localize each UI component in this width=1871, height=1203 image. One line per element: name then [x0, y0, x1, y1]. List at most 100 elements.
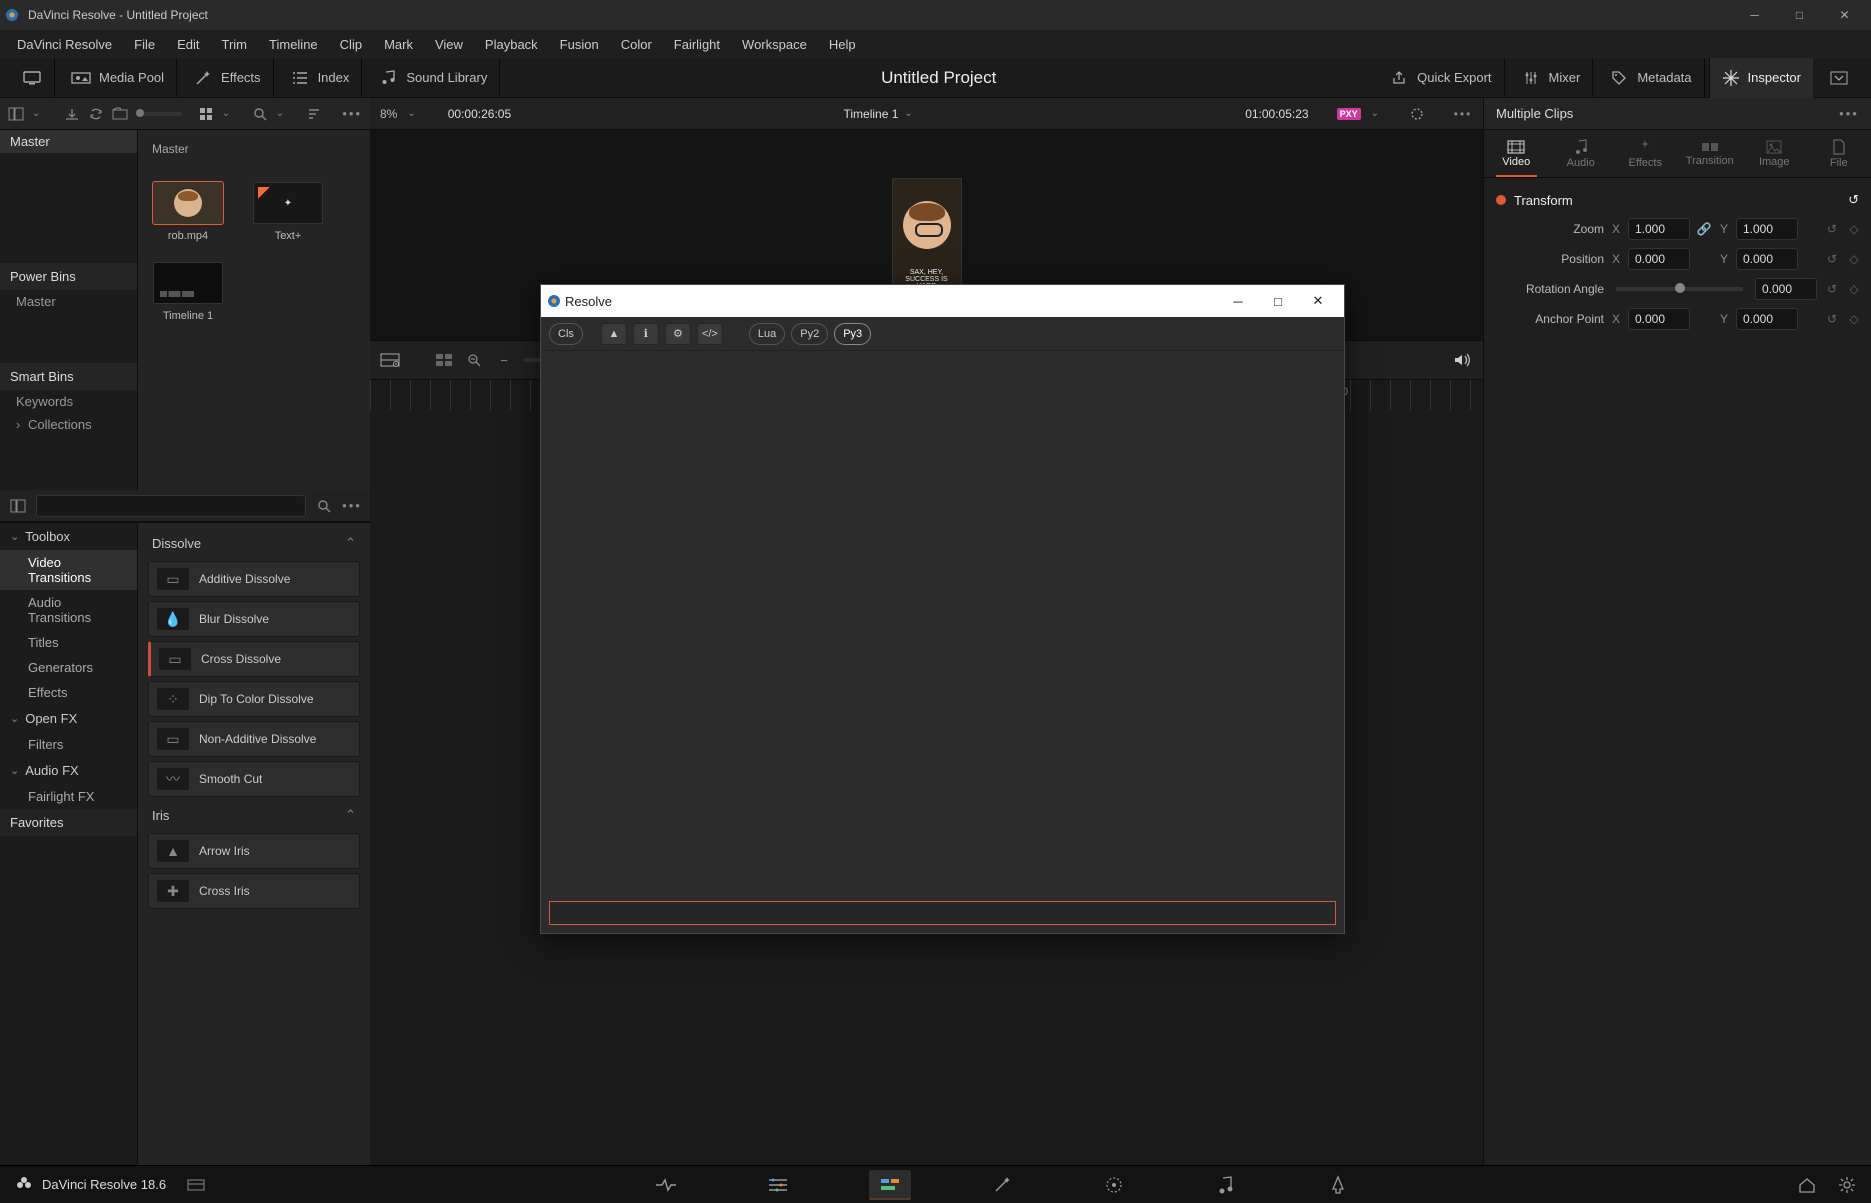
fullscreen-toggle[interactable]: [10, 58, 55, 98]
keyframe-icon[interactable]: ◇: [1847, 252, 1861, 266]
home-icon[interactable]: [1797, 1175, 1817, 1195]
py3-button[interactable]: Py3: [834, 323, 871, 345]
gear-icon[interactable]: [1837, 1175, 1857, 1195]
effects-toggle[interactable]: Effects: [181, 58, 274, 98]
anchor-x-input[interactable]: 0.000: [1628, 308, 1690, 330]
enabled-dot-icon[interactable]: [1496, 195, 1506, 205]
reset-icon[interactable]: ↺: [1823, 282, 1841, 296]
fx-arrow-iris[interactable]: ▲Arrow Iris: [148, 833, 360, 869]
viewer-timecode[interactable]: 01:00:05:23: [1245, 107, 1308, 121]
keyframe-icon[interactable]: ◇: [1847, 312, 1861, 326]
rotation-input[interactable]: 0.000: [1755, 278, 1817, 300]
sort-icon[interactable]: [306, 104, 321, 124]
smart-bin-keywords[interactable]: Keywords: [0, 390, 137, 413]
fx-blur-dissolve[interactable]: 💧Blur Dissolve: [148, 601, 360, 637]
tab-effects[interactable]: Effects: [1613, 130, 1678, 177]
page-fairlight[interactable]: [1205, 1170, 1247, 1200]
bin-layout-icon[interactable]: [8, 104, 24, 124]
media-pool-toggle[interactable]: Media Pool: [59, 58, 177, 98]
cat-generators[interactable]: Generators: [0, 655, 137, 680]
menu-edit[interactable]: Edit: [166, 33, 210, 56]
cls-button[interactable]: Cls: [549, 323, 583, 345]
timeline-dropdown[interactable]: ⌄: [904, 108, 912, 119]
fx-additive-dissolve[interactable]: ▭Additive Dissolve: [148, 561, 360, 597]
search-icon[interactable]: [314, 496, 334, 516]
minimize-button[interactable]: ─: [1218, 294, 1258, 309]
tab-video[interactable]: Video: [1484, 130, 1549, 177]
cat-video-transitions[interactable]: Video Transitions: [0, 550, 137, 590]
cat-toolbox[interactable]: Toolbox: [0, 523, 137, 550]
view-dropdown[interactable]: ⌄: [222, 108, 230, 119]
cat-openfx[interactable]: Open FX: [0, 705, 137, 732]
menu-view[interactable]: View: [424, 33, 474, 56]
bypass-grades-icon[interactable]: [1407, 104, 1427, 124]
anchor-y-input[interactable]: 0.000: [1736, 308, 1798, 330]
menu-clip[interactable]: Clip: [329, 33, 373, 56]
fx-non-additive[interactable]: ▭Non-Additive Dissolve: [148, 721, 360, 757]
tab-file[interactable]: File: [1807, 130, 1871, 177]
console-titlebar[interactable]: Resolve ─ □ ✕: [541, 285, 1344, 317]
page-deliver[interactable]: [1317, 1170, 1359, 1200]
fx-cross-dissolve[interactable]: ▭Cross Dissolve: [148, 641, 360, 677]
bin-root[interactable]: Master: [0, 130, 137, 153]
bin-clip-textplus[interactable]: ✦ Text+: [248, 182, 328, 242]
bin-grid[interactable]: Master rob.mp4 ✦ Text+ Timeline 1: [138, 130, 370, 490]
proxy-badge[interactable]: PXY: [1337, 108, 1361, 120]
cat-titles[interactable]: Titles: [0, 630, 137, 655]
link-icon[interactable]: 🔗: [1696, 222, 1712, 236]
reset-icon[interactable]: ↺: [1823, 312, 1841, 326]
keyframe-icon[interactable]: ◇: [1847, 282, 1861, 296]
pos-x-input[interactable]: 0.000: [1628, 248, 1690, 270]
zoom-x-input[interactable]: 1.000: [1628, 218, 1690, 240]
favorites-header[interactable]: Favorites: [0, 809, 137, 836]
more-options-icon[interactable]: •••: [342, 104, 362, 124]
grid-view-icon[interactable]: [198, 104, 213, 124]
tab-audio[interactable]: Audio: [1549, 130, 1614, 177]
stacked-view-icon[interactable]: [434, 350, 454, 370]
console-output[interactable]: [541, 351, 1344, 893]
more-options-icon[interactable]: •••: [1839, 104, 1859, 124]
new-bin-icon[interactable]: [112, 104, 128, 124]
console-input[interactable]: [549, 901, 1336, 925]
index-toggle[interactable]: Index: [278, 58, 363, 98]
menu-mark[interactable]: Mark: [373, 33, 424, 56]
viewer-zoom[interactable]: 8%: [380, 107, 397, 121]
console-window[interactable]: Resolve ─ □ ✕ Cls ▲ ℹ ⚙ </> Lua Py2 Py3: [540, 284, 1345, 934]
layout-dropdown[interactable]: ⌄: [32, 108, 40, 119]
page-color[interactable]: [1093, 1170, 1135, 1200]
power-bins-header[interactable]: Power Bins: [0, 263, 137, 290]
thumb-size-slider[interactable]: [136, 112, 182, 116]
power-bin-master[interactable]: Master: [0, 290, 137, 313]
pos-y-input[interactable]: 0.000: [1736, 248, 1798, 270]
import-icon[interactable]: [64, 104, 80, 124]
keyframe-icon[interactable]: ◇: [1847, 222, 1861, 236]
group-dissolve[interactable]: Dissolve⌃: [144, 529, 364, 557]
more-options-icon[interactable]: •••: [342, 496, 362, 516]
expand-panel-button[interactable]: [1817, 58, 1861, 98]
inspector-toggle[interactable]: Inspector: [1709, 58, 1813, 98]
maximize-button[interactable]: □: [1777, 1, 1822, 29]
tab-transition[interactable]: Transition: [1678, 130, 1743, 177]
code-icon[interactable]: </>: [697, 323, 723, 345]
group-iris[interactable]: Iris⌃: [144, 801, 364, 829]
bin-clip-rob[interactable]: rob.mp4: [148, 182, 228, 242]
fx-dip-to-color[interactable]: ⁘Dip To Color Dissolve: [148, 681, 360, 717]
menu-workspace[interactable]: Workspace: [731, 33, 818, 56]
cat-audiofx[interactable]: Audio FX: [0, 757, 137, 784]
zoom-y-input[interactable]: 1.000: [1736, 218, 1798, 240]
zoom-out-icon[interactable]: [464, 350, 484, 370]
page-media[interactable]: [645, 1170, 687, 1200]
fx-smooth-cut[interactable]: 〰Smooth Cut: [148, 761, 360, 797]
timeline-name[interactable]: Timeline 1: [844, 107, 899, 121]
proxy-dropdown[interactable]: ⌄: [1371, 108, 1379, 119]
timeline-view-options-icon[interactable]: [380, 350, 400, 370]
menu-color[interactable]: Color: [610, 33, 663, 56]
smart-bin-collections[interactable]: Collections: [0, 413, 137, 436]
effects-search-input[interactable]: [36, 495, 306, 517]
info-icon[interactable]: ℹ: [633, 323, 659, 345]
menu-trim[interactable]: Trim: [211, 33, 259, 56]
transform-header[interactable]: Transform ↺: [1494, 186, 1861, 214]
gear-icon[interactable]: ⚙: [665, 323, 691, 345]
mixer-toggle[interactable]: Mixer: [1509, 58, 1594, 98]
menu-davinci[interactable]: DaVinci Resolve: [6, 33, 123, 56]
